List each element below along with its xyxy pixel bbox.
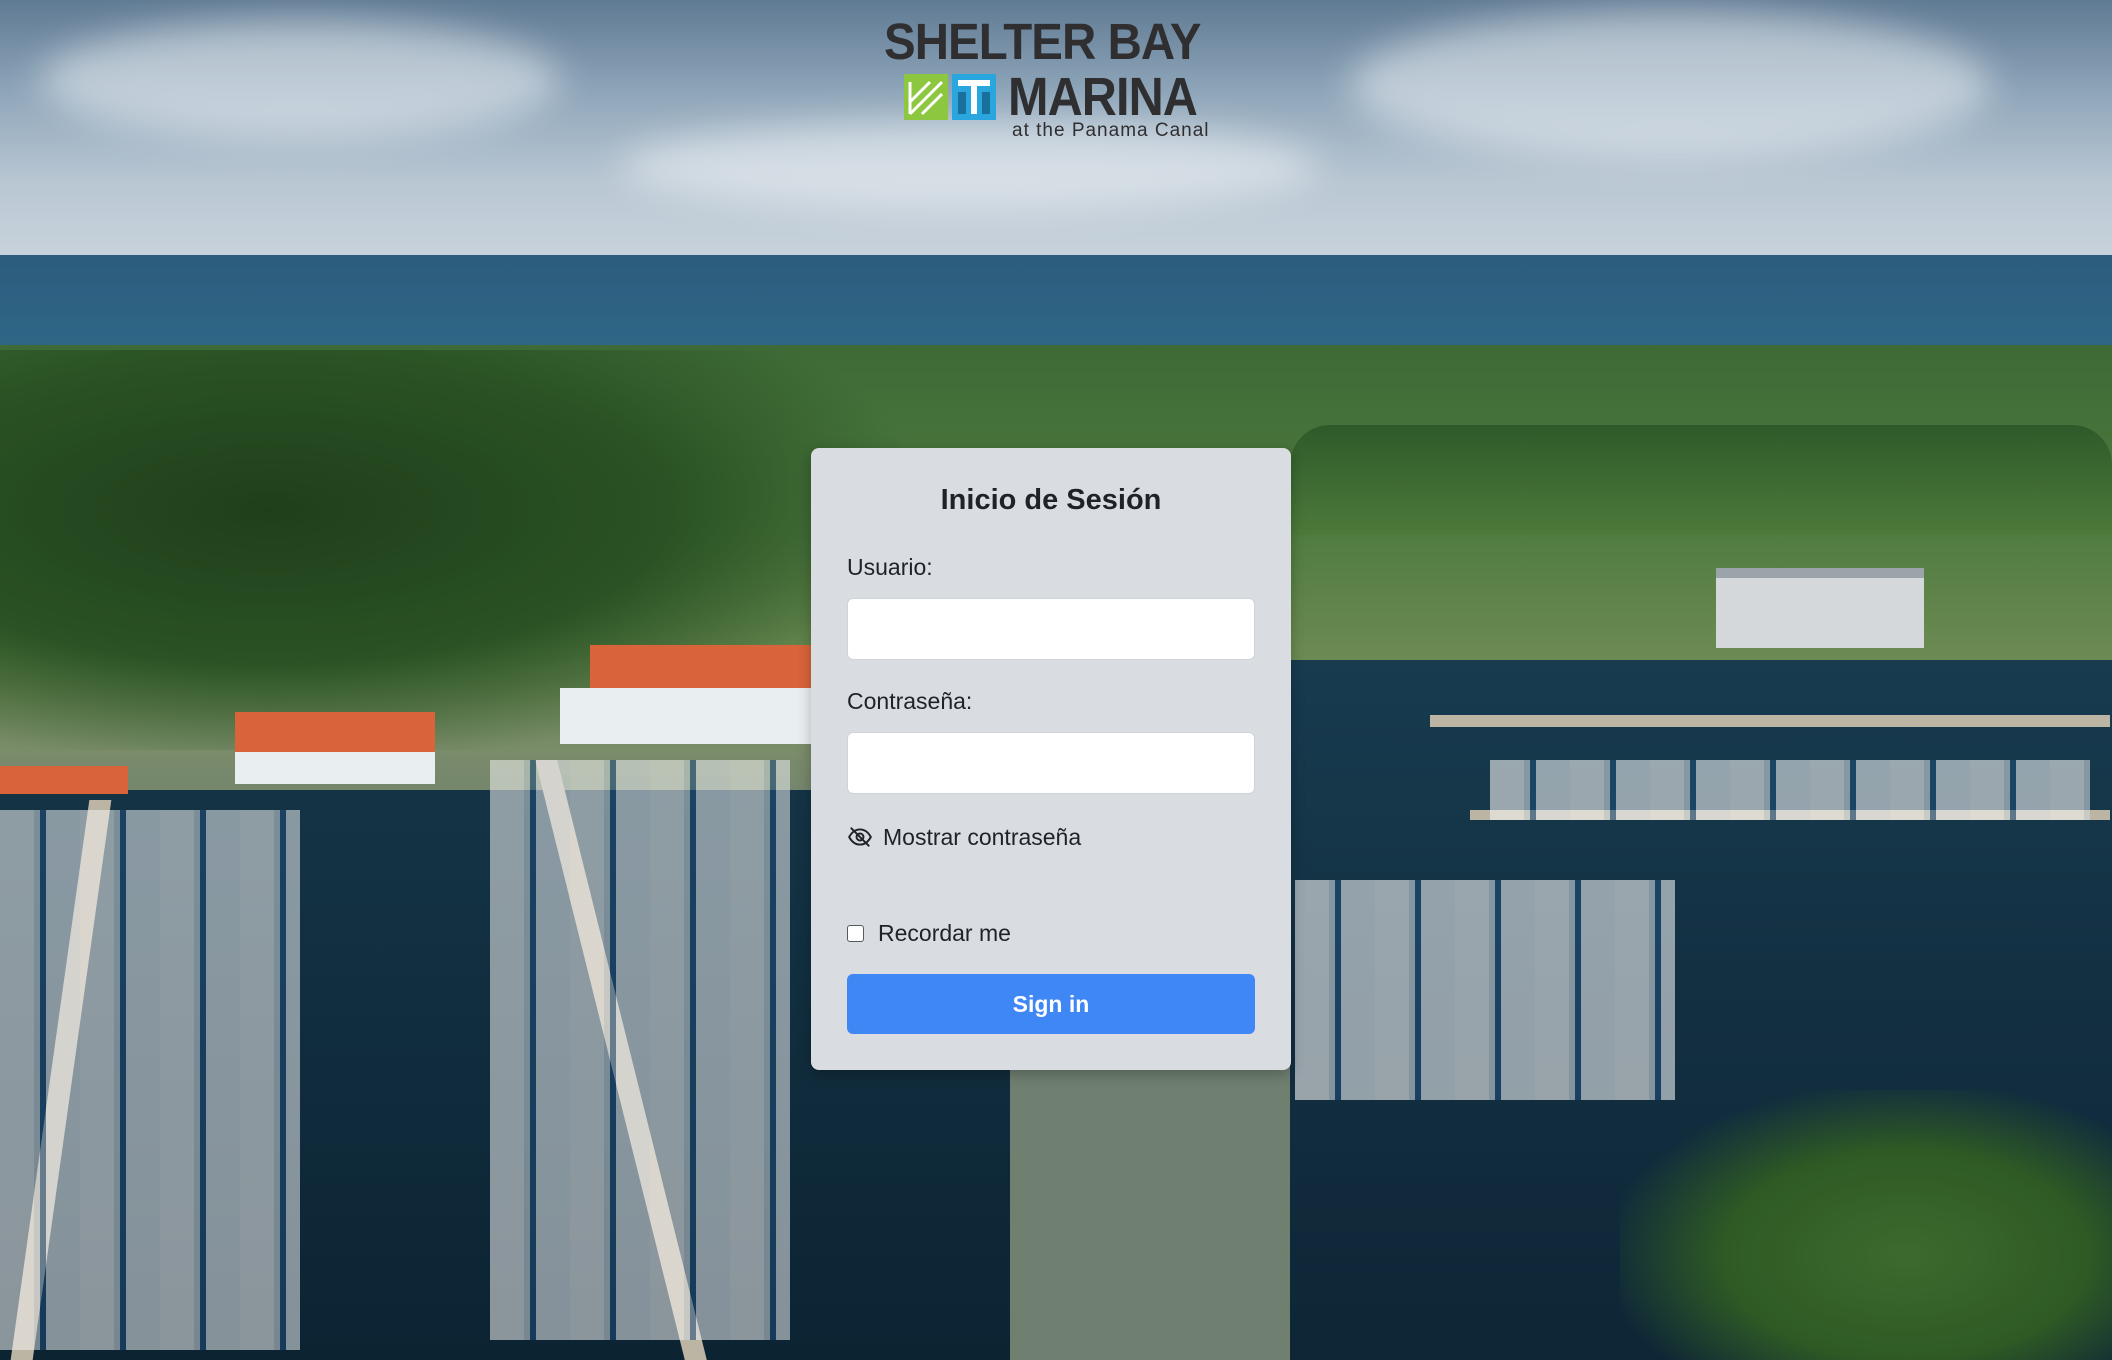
remember-me-row: Recordar me (847, 918, 1011, 948)
cloud (40, 20, 560, 140)
moored-boats (1490, 760, 2090, 820)
show-password-label: Mostrar contraseña (883, 823, 1082, 850)
warehouse (1716, 568, 1924, 648)
moored-boats (490, 760, 790, 1340)
sign-in-button[interactable]: Sign in (847, 974, 1255, 1034)
moored-boats (0, 810, 300, 1350)
logo-subtitle: MARINA (1008, 67, 1198, 127)
logo-tagline: at the Panama Canal (1012, 120, 1210, 141)
login-title: Inicio de Sesión (940, 484, 1162, 516)
remember-me-label[interactable]: Recordar me (878, 920, 1011, 947)
login-card: Inicio de Sesión Usuario: Contraseña: Mo… (811, 448, 1291, 1070)
remember-me-checkbox[interactable] (847, 924, 864, 942)
password-label: Contraseña: (847, 688, 973, 714)
username-input[interactable] (847, 598, 1255, 660)
cloud (1350, 10, 1990, 160)
login-page: SHELTER BAY MARINA at the Panama Canal I… (0, 0, 2112, 1360)
building-roof (235, 712, 435, 754)
pier (1430, 715, 2110, 727)
moored-boats (1295, 880, 1675, 1100)
building (235, 752, 435, 784)
logo-leaf-and-lock-icon (904, 74, 996, 120)
building (560, 688, 820, 744)
password-input[interactable] (847, 732, 1255, 794)
building-roof (0, 766, 128, 794)
building-roof (590, 645, 820, 689)
username-label: Usuario: (847, 554, 933, 580)
forest (1290, 425, 2112, 535)
mangrove (1620, 1090, 2112, 1360)
eye-slash-icon (848, 827, 872, 847)
show-password-toggle[interactable]: Mostrar contraseña (847, 822, 1081, 852)
shelter-bay-marina-logo: SHELTER BAY MARINA at the Panama Canal (884, 14, 1220, 142)
logo-title: SHELTER BAY (884, 13, 1202, 70)
